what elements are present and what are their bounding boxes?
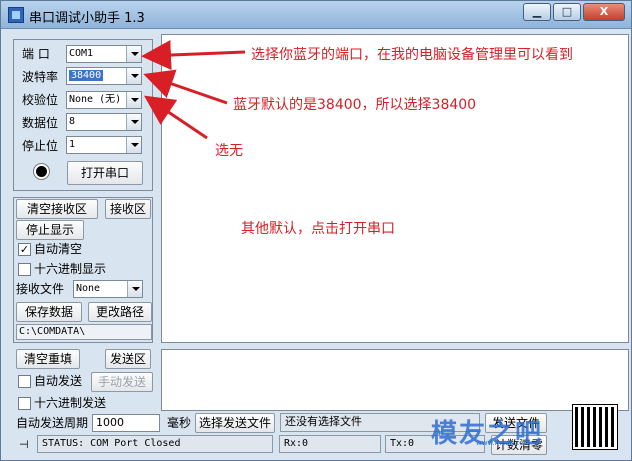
app-window: 串口调试小助手 1.3 ▁ □ X 端 口 COM1 波特率 38400 校验位… bbox=[0, 0, 632, 461]
arrow-to-parity bbox=[144, 95, 208, 140]
annotation-baud: 蓝牙默认的是38400，所以选择38400 bbox=[233, 97, 477, 113]
qr-code-icon bbox=[572, 404, 618, 450]
watermark-url: www.mozs.com bbox=[476, 439, 531, 447]
annotation-parity: 选无 bbox=[215, 143, 243, 159]
annotation-open-port: 其他默认，点击打开串口 bbox=[241, 221, 395, 237]
arrow-to-port bbox=[141, 40, 246, 71]
arrow-to-baud bbox=[143, 69, 228, 105]
annotation-port: 选择你蓝牙的端口，在我的电脑设备管理里可以看到 bbox=[251, 47, 573, 63]
